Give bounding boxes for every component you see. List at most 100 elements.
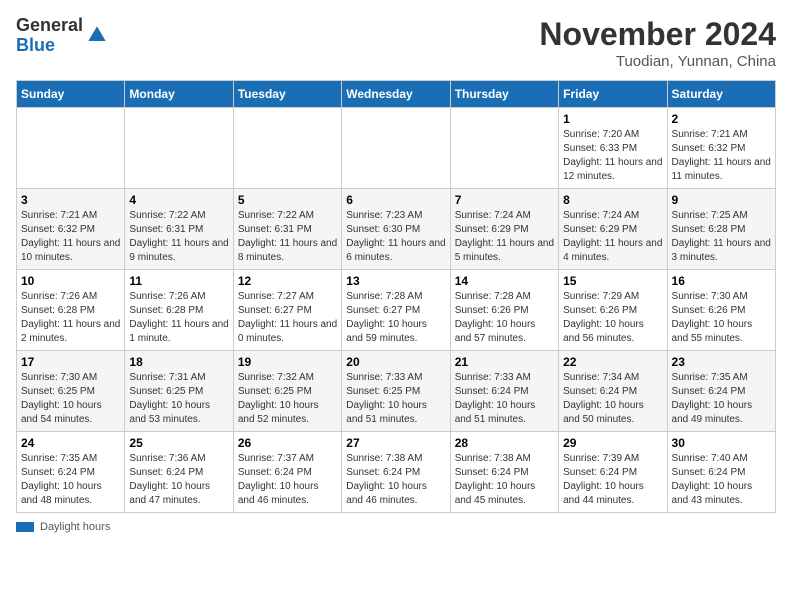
calendar-cell: 18 Sunrise: 7:31 AM Sunset: 6:25 PM Dayli…	[125, 351, 233, 432]
day-number: 15	[563, 274, 662, 288]
calendar-cell: 19Sunrise: 7:32 AM Sunset: 6:25 PM Dayli…	[233, 351, 341, 432]
day-info: Sunrise: 7:35 AM Sunset: 6:24 PM Dayligh…	[672, 371, 771, 427]
weekday-header-monday: Monday	[125, 81, 233, 108]
calendar-cell: 30 Sunrise: 7:40 AM Sunset: 6:24 PM Dayli…	[667, 432, 775, 513]
location-title: Tuodian, Yunnan, China	[539, 53, 776, 70]
calendar-cell	[342, 108, 450, 189]
weekday-header-wednesday: Wednesday	[342, 81, 450, 108]
day-number: 18	[129, 355, 228, 369]
day-info: Sunrise: 7:26 AM Sunset: 6:28 PM Dayligh…	[129, 290, 228, 346]
day-info: Sunrise: 7:28 AM Sunset: 6:26 PM Dayligh…	[455, 290, 554, 346]
day-number: 30	[672, 436, 771, 450]
day-number: 2	[672, 112, 771, 126]
day-number: 8	[563, 193, 662, 207]
day-info: Sunrise: 7:32 AM Sunset: 6:25 PM Dayligh…	[238, 371, 337, 427]
calendar-cell: 1 Sunrise: 7:20 AM Sunset: 6:33 PM Daylig…	[559, 108, 667, 189]
calendar-cell: 7 Sunrise: 7:24 AM Sunset: 6:29 PM Daylig…	[450, 189, 558, 270]
page-header: General Blue November 2024 Tuodian, Yunn…	[16, 16, 776, 70]
day-info: Sunrise: 7:35 AM Sunset: 6:24 PM Dayligh…	[21, 452, 120, 508]
day-info: Sunrise: 7:38 AM Sunset: 6:24 PM Dayligh…	[346, 452, 445, 508]
day-info: Sunrise: 7:26 AM Sunset: 6:28 PM Dayligh…	[21, 290, 120, 346]
logo-icon	[87, 25, 107, 45]
calendar-cell: 2Sunrise: 7:21 AM Sunset: 6:32 PM Daylig…	[667, 108, 775, 189]
calendar-cell: 4Sunrise: 7:22 AM Sunset: 6:31 PM Daylig…	[125, 189, 233, 270]
day-info: Sunrise: 7:40 AM Sunset: 6:24 PM Dayligh…	[672, 452, 771, 508]
calendar-cell: 29 Sunrise: 7:39 AM Sunset: 6:24 PM Dayli…	[559, 432, 667, 513]
day-info: Sunrise: 7:38 AM Sunset: 6:24 PM Dayligh…	[455, 452, 554, 508]
day-number: 6	[346, 193, 445, 207]
day-info: Sunrise: 7:24 AM Sunset: 6:29 PM Dayligh…	[563, 209, 662, 265]
logo: General Blue	[16, 16, 107, 56]
day-number: 22	[563, 355, 662, 369]
day-number: 20	[346, 355, 445, 369]
day-number: 12	[238, 274, 337, 288]
daylight-label: Daylight hours	[40, 521, 110, 533]
day-info: Sunrise: 7:31 AM Sunset: 6:25 PM Dayligh…	[129, 371, 228, 427]
daylight-swatch	[16, 522, 34, 532]
day-number: 23	[672, 355, 771, 369]
logo-general: General	[16, 16, 83, 36]
calendar-cell: 23 Sunrise: 7:35 AM Sunset: 6:24 PM Dayli…	[667, 351, 775, 432]
day-info: Sunrise: 7:36 AM Sunset: 6:24 PM Dayligh…	[129, 452, 228, 508]
day-number: 1	[563, 112, 662, 126]
calendar-table: SundayMondayTuesdayWednesdayThursdayFrid…	[16, 80, 776, 513]
day-info: Sunrise: 7:21 AM Sunset: 6:32 PM Dayligh…	[21, 209, 120, 265]
logo-blue: Blue	[16, 36, 83, 56]
day-number: 9	[672, 193, 771, 207]
day-number: 28	[455, 436, 554, 450]
calendar-cell: 9 Sunrise: 7:25 AM Sunset: 6:28 PM Daylig…	[667, 189, 775, 270]
day-number: 11	[129, 274, 228, 288]
calendar-cell: 16 Sunrise: 7:30 AM Sunset: 6:26 PM Dayli…	[667, 270, 775, 351]
day-info: Sunrise: 7:22 AM Sunset: 6:31 PM Dayligh…	[129, 209, 228, 265]
day-number: 16	[672, 274, 771, 288]
calendar-cell: 8 Sunrise: 7:24 AM Sunset: 6:29 PM Daylig…	[559, 189, 667, 270]
day-info: Sunrise: 7:24 AM Sunset: 6:29 PM Dayligh…	[455, 209, 554, 265]
calendar-cell: 10 Sunrise: 7:26 AM Sunset: 6:28 PM Dayli…	[17, 270, 125, 351]
calendar-cell: 25 Sunrise: 7:36 AM Sunset: 6:24 PM Dayli…	[125, 432, 233, 513]
calendar-cell: 17 Sunrise: 7:30 AM Sunset: 6:25 PM Dayli…	[17, 351, 125, 432]
day-number: 29	[563, 436, 662, 450]
calendar-cell: 24Sunrise: 7:35 AM Sunset: 6:24 PM Dayli…	[17, 432, 125, 513]
calendar-cell: 22 Sunrise: 7:34 AM Sunset: 6:24 PM Dayli…	[559, 351, 667, 432]
calendar-cell: 3 Sunrise: 7:21 AM Sunset: 6:32 PM Daylig…	[17, 189, 125, 270]
day-number: 25	[129, 436, 228, 450]
calendar-cell	[450, 108, 558, 189]
day-number: 7	[455, 193, 554, 207]
day-info: Sunrise: 7:29 AM Sunset: 6:26 PM Dayligh…	[563, 290, 662, 346]
calendar-cell: 14 Sunrise: 7:28 AM Sunset: 6:26 PM Dayli…	[450, 270, 558, 351]
day-info: Sunrise: 7:33 AM Sunset: 6:25 PM Dayligh…	[346, 371, 445, 427]
title-block: November 2024 Tuodian, Yunnan, China	[539, 16, 776, 70]
calendar-cell: 5Sunrise: 7:22 AM Sunset: 6:31 PM Daylig…	[233, 189, 341, 270]
day-number: 27	[346, 436, 445, 450]
calendar-cell: 6 Sunrise: 7:23 AM Sunset: 6:30 PM Daylig…	[342, 189, 450, 270]
calendar-cell: 26 Sunrise: 7:37 AM Sunset: 6:24 PM Dayli…	[233, 432, 341, 513]
day-info: Sunrise: 7:39 AM Sunset: 6:24 PM Dayligh…	[563, 452, 662, 508]
day-number: 3	[21, 193, 120, 207]
weekday-header-sunday: Sunday	[17, 81, 125, 108]
day-info: Sunrise: 7:37 AM Sunset: 6:24 PM Dayligh…	[238, 452, 337, 508]
calendar-cell: 15 Sunrise: 7:29 AM Sunset: 6:26 PM Dayli…	[559, 270, 667, 351]
day-number: 14	[455, 274, 554, 288]
calendar-cell	[125, 108, 233, 189]
day-number: 10	[21, 274, 120, 288]
weekday-header-friday: Friday	[559, 81, 667, 108]
calendar-cell: 20 Sunrise: 7:33 AM Sunset: 6:25 PM Dayli…	[342, 351, 450, 432]
day-info: Sunrise: 7:25 AM Sunset: 6:28 PM Dayligh…	[672, 209, 771, 265]
day-info: Sunrise: 7:20 AM Sunset: 6:33 PM Dayligh…	[563, 128, 662, 184]
day-info: Sunrise: 7:30 AM Sunset: 6:25 PM Dayligh…	[21, 371, 120, 427]
day-info: Sunrise: 7:30 AM Sunset: 6:26 PM Dayligh…	[672, 290, 771, 346]
day-number: 17	[21, 355, 120, 369]
legend: Daylight hours	[16, 521, 776, 533]
day-info: Sunrise: 7:33 AM Sunset: 6:24 PM Dayligh…	[455, 371, 554, 427]
day-info: Sunrise: 7:23 AM Sunset: 6:30 PM Dayligh…	[346, 209, 445, 265]
day-info: Sunrise: 7:28 AM Sunset: 6:27 PM Dayligh…	[346, 290, 445, 346]
day-info: Sunrise: 7:22 AM Sunset: 6:31 PM Dayligh…	[238, 209, 337, 265]
calendar-cell: 12Sunrise: 7:27 AM Sunset: 6:27 PM Dayli…	[233, 270, 341, 351]
day-info: Sunrise: 7:34 AM Sunset: 6:24 PM Dayligh…	[563, 371, 662, 427]
calendar-cell	[17, 108, 125, 189]
calendar-cell: 11 Sunrise: 7:26 AM Sunset: 6:28 PM Dayli…	[125, 270, 233, 351]
day-number: 26	[238, 436, 337, 450]
calendar-cell: 21Sunrise: 7:33 AM Sunset: 6:24 PM Dayli…	[450, 351, 558, 432]
weekday-header-thursday: Thursday	[450, 81, 558, 108]
calendar-cell: 28 Sunrise: 7:38 AM Sunset: 6:24 PM Dayli…	[450, 432, 558, 513]
